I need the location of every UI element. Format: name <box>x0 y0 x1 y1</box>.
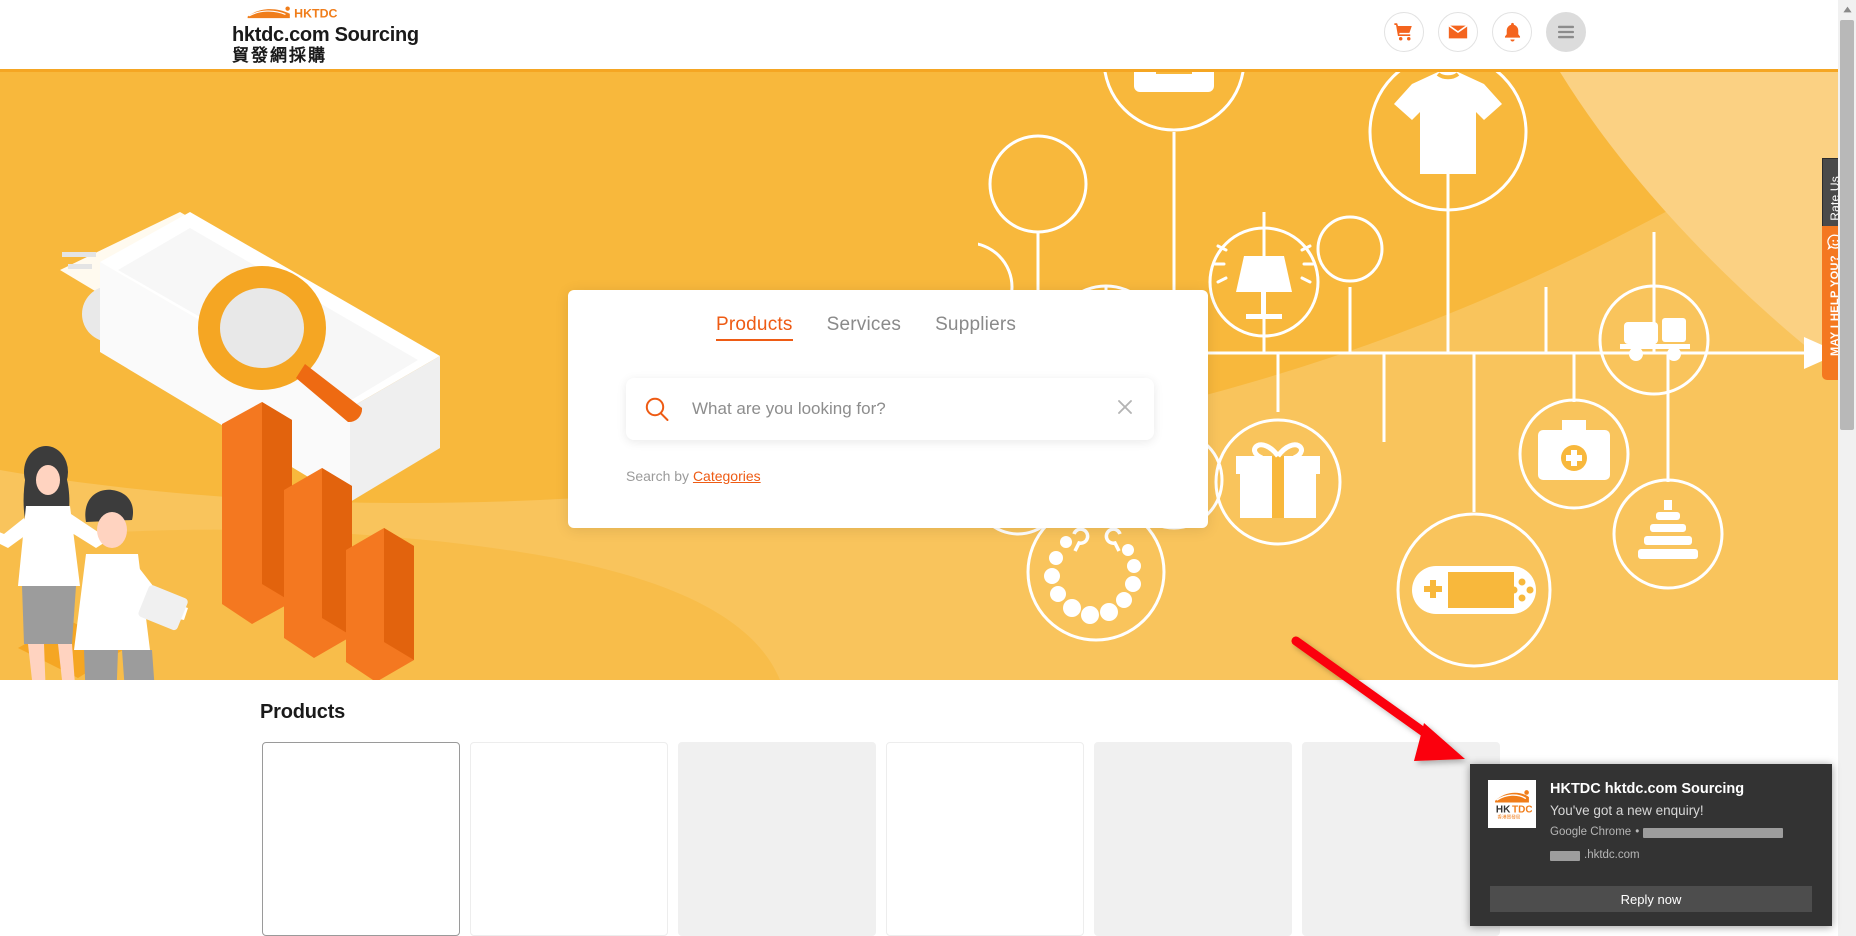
site-header: HKTDC hktdc.com Sourcing 貿發網採購 <box>0 0 1838 72</box>
toast-separator: • <box>1635 826 1640 838</box>
toast-text-block: HKTDC hktdc.com Sourcing You've got a ne… <box>1550 780 1814 863</box>
hero-illustration <box>0 212 440 680</box>
brand-name-en: hktdc.com Sourcing <box>232 24 419 46</box>
hamburger-glyph <box>1558 25 1574 39</box>
cart-icon[interactable] <box>1384 12 1424 52</box>
product-card[interactable] <box>470 742 668 936</box>
search-icon <box>645 397 669 421</box>
vertical-scrollbar[interactable] <box>1838 0 1856 936</box>
svg-text:HKTDC: HKTDC <box>294 6 337 20</box>
toast-content-row: HK TDC 香港貿發局 HKTDC hktdc.com Sourcing Yo… <box>1488 780 1814 863</box>
toy-stack-icon <box>1612 478 1724 590</box>
svg-text:HK: HK <box>1496 804 1511 815</box>
chevron-up-glyph <box>1842 6 1852 12</box>
search-tab-list: Products Services Suppliers <box>568 290 1208 341</box>
illustration-people <box>0 446 188 680</box>
close-glyph <box>1118 399 1132 414</box>
tab-products[interactable]: Products <box>716 314 793 341</box>
product-card[interactable] <box>678 742 876 936</box>
redacted-subdomain-part <box>1550 850 1580 861</box>
tab-services[interactable]: Services <box>827 314 901 341</box>
notification-toast[interactable]: HK TDC 香港貿發局 HKTDC hktdc.com Sourcing Yo… <box>1470 764 1832 926</box>
suitcase-icon <box>1103 72 1245 132</box>
search-by-label: Search by <box>626 468 690 484</box>
toast-app-icon: HK TDC 香港貿發局 <box>1488 780 1536 828</box>
product-card-row <box>262 742 1500 936</box>
hktdc-app-logo-icon: HK TDC 香港貿發局 <box>1495 790 1532 821</box>
mail-icon[interactable] <box>1438 12 1478 52</box>
toast-source-app: Google Chrome <box>1550 826 1632 838</box>
svg-text:香港貿發局: 香港貿發局 <box>1497 814 1520 821</box>
page-root: HKTDC hktdc.com Sourcing 貿發網採購 Products … <box>0 0 1856 936</box>
product-card[interactable] <box>886 742 1084 936</box>
clear-icon[interactable] <box>1112 394 1138 425</box>
menu-icon[interactable] <box>1546 12 1586 52</box>
scroll-up-arrow-icon[interactable] <box>1838 0 1856 18</box>
svg-text:TDC: TDC <box>1512 804 1532 815</box>
product-card[interactable] <box>1094 742 1292 936</box>
toast-url-suffix: .hktdc.com <box>1584 849 1640 861</box>
search-panel: Products Services Suppliers Sea <box>568 290 1208 528</box>
search-input[interactable] <box>670 399 1112 419</box>
search-by-row: Search by Categories <box>626 468 761 484</box>
first-aid-icon <box>1518 398 1630 510</box>
cart-glyph <box>1394 23 1412 41</box>
scrollbar-thumb[interactable] <box>1840 20 1854 430</box>
categories-link[interactable]: Categories <box>693 468 761 484</box>
page-title: Products <box>260 701 346 723</box>
toast-message: You've got a new enquiry! <box>1550 803 1704 818</box>
toast-source-line: Google Chrome • .hktdc.com <box>1550 825 1814 863</box>
mail-glyph <box>1448 24 1468 39</box>
gift-icon <box>1214 418 1342 546</box>
product-card[interactable] <box>262 742 460 936</box>
bell-icon[interactable] <box>1492 12 1532 52</box>
reply-now-button[interactable]: Reply now <box>1490 886 1812 912</box>
game-console-icon <box>1396 512 1552 668</box>
hero-banner: Products Services Suppliers Sea <box>0 72 1838 680</box>
search-bar[interactable] <box>626 378 1154 440</box>
header-icon-group <box>1384 12 1586 52</box>
brand-name-zh: 貿發網採購 <box>232 46 327 65</box>
bell-glyph <box>1504 22 1520 42</box>
toast-app-title: HKTDC hktdc.com Sourcing <box>1550 781 1745 797</box>
tab-suppliers[interactable]: Suppliers <box>935 314 1016 341</box>
hktdc-logo-icon: HKTDC <box>247 6 338 20</box>
brand-logo-block[interactable]: HKTDC hktdc.com Sourcing 貿發網採購 <box>232 5 419 66</box>
redacted-url-part <box>1643 827 1784 838</box>
